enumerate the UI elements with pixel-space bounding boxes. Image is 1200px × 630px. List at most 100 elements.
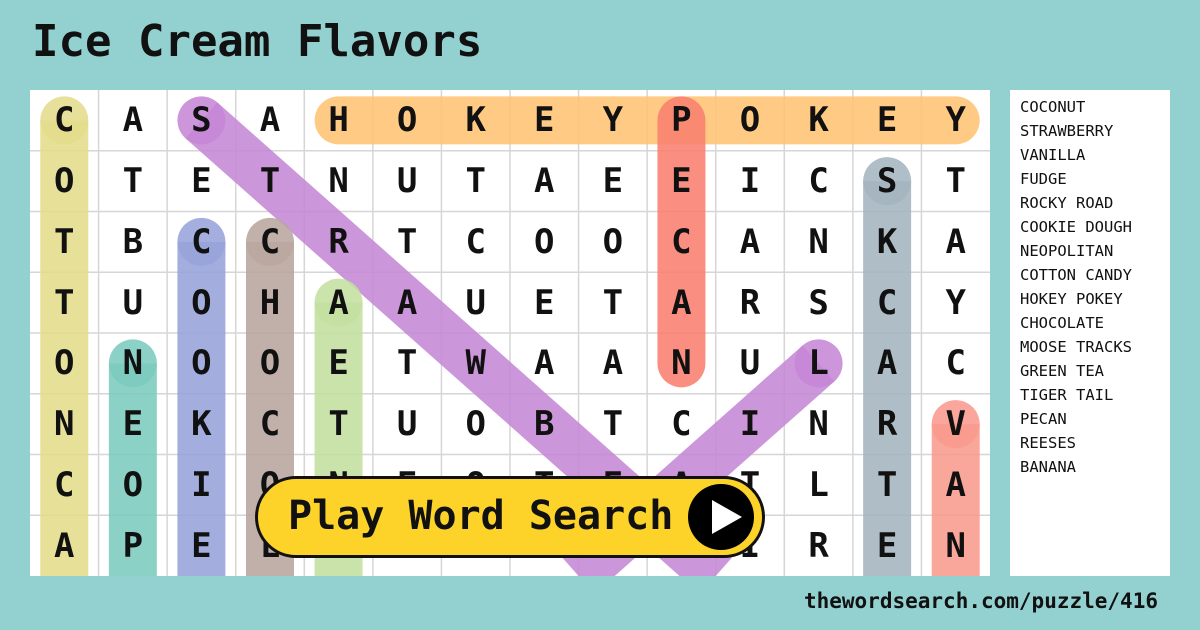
play-word-search-button[interactable]: Play Word Search (255, 476, 765, 558)
grid-cell[interactable]: E (647, 151, 716, 212)
grid-cell[interactable]: P (99, 515, 168, 576)
grid-cell[interactable]: S (784, 272, 853, 333)
grid-cell[interactable]: O (579, 212, 648, 273)
grid-cell[interactable]: K (784, 90, 853, 151)
grid-cell[interactable]: O (167, 333, 236, 394)
grid-cell[interactable]: A (853, 333, 922, 394)
grid-cell[interactable]: B (510, 394, 579, 455)
grid-cell[interactable]: C (784, 151, 853, 212)
grid-cell[interactable]: R (304, 212, 373, 273)
grid-cell[interactable]: C (236, 212, 305, 273)
grid-cell[interactable]: T (99, 151, 168, 212)
grid-cell[interactable]: A (716, 212, 785, 273)
grid-cell[interactable]: C (921, 333, 990, 394)
grid-cell[interactable]: O (167, 272, 236, 333)
grid-cell[interactable]: A (373, 272, 442, 333)
grid-cell[interactable]: A (30, 515, 99, 576)
grid-cell[interactable]: C (30, 455, 99, 516)
grid-cell[interactable]: N (647, 333, 716, 394)
grid-cell[interactable]: T (304, 394, 373, 455)
grid-cell[interactable]: T (579, 272, 648, 333)
grid-cell[interactable]: N (921, 515, 990, 576)
grid-cell[interactable]: E (853, 90, 922, 151)
grid-cell[interactable]: A (921, 212, 990, 273)
grid-cell[interactable]: R (784, 515, 853, 576)
grid-cell[interactable]: U (441, 272, 510, 333)
grid-cell[interactable]: S (167, 90, 236, 151)
grid-cell[interactable]: N (784, 212, 853, 273)
grid-cell[interactable]: R (716, 272, 785, 333)
grid-cell[interactable]: A (510, 151, 579, 212)
grid-cell[interactable]: E (99, 394, 168, 455)
grid-cell[interactable]: C (853, 272, 922, 333)
grid-cell[interactable]: V (921, 394, 990, 455)
grid-cell[interactable]: W (441, 333, 510, 394)
grid-cell[interactable]: L (784, 333, 853, 394)
grid-cell[interactable]: E (167, 151, 236, 212)
word-list-item: FUDGE (1020, 170, 1067, 188)
grid-cell[interactable]: T (236, 151, 305, 212)
grid-cell[interactable]: I (716, 394, 785, 455)
grid-cell[interactable]: E (167, 515, 236, 576)
grid-cell[interactable]: T (579, 394, 648, 455)
grid-cell[interactable]: C (167, 212, 236, 273)
grid-cell[interactable]: N (784, 394, 853, 455)
grid-cell[interactable]: H (236, 272, 305, 333)
grid-cell[interactable]: N (304, 151, 373, 212)
grid-cell[interactable]: K (853, 212, 922, 273)
grid-cell[interactable]: Y (921, 272, 990, 333)
grid-cell[interactable]: K (441, 90, 510, 151)
grid-cell[interactable]: A (921, 455, 990, 516)
grid-cell[interactable]: B (99, 212, 168, 273)
grid-cell[interactable]: T (441, 151, 510, 212)
grid-cell[interactable]: R (853, 394, 922, 455)
grid-cell[interactable]: U (716, 333, 785, 394)
grid-cell[interactable]: H (304, 90, 373, 151)
grid-cell[interactable]: C (647, 212, 716, 273)
grid-cell[interactable]: U (373, 151, 442, 212)
grid-cell[interactable]: C (236, 394, 305, 455)
grid-cell[interactable]: L (784, 455, 853, 516)
grid-cell[interactable]: C (30, 90, 99, 151)
grid-cell[interactable]: O (716, 90, 785, 151)
grid-cell[interactable]: Y (579, 90, 648, 151)
grid-cell[interactable]: A (99, 90, 168, 151)
grid-cell[interactable]: E (510, 272, 579, 333)
grid-cell[interactable]: N (30, 394, 99, 455)
grid-cell[interactable]: U (373, 394, 442, 455)
grid-cell[interactable]: E (510, 90, 579, 151)
grid-cell[interactable]: E (304, 333, 373, 394)
grid-cell[interactable]: O (30, 151, 99, 212)
grid-cell[interactable]: U (99, 272, 168, 333)
grid-cell[interactable]: A (510, 333, 579, 394)
grid-cell[interactable]: T (30, 212, 99, 273)
grid-cell[interactable]: O (30, 333, 99, 394)
grid-cell[interactable]: A (236, 90, 305, 151)
grid-cell[interactable]: T (853, 455, 922, 516)
grid-cell[interactable]: S (853, 151, 922, 212)
grid-cell[interactable]: O (510, 212, 579, 273)
grid-cell[interactable]: C (647, 394, 716, 455)
word-list-item: STRAWBERRY (1020, 122, 1114, 140)
grid-cell[interactable]: K (167, 394, 236, 455)
grid-cell[interactable]: T (373, 333, 442, 394)
grid-cell[interactable]: N (99, 333, 168, 394)
grid-cell[interactable]: T (373, 212, 442, 273)
grid-cell[interactable]: I (167, 455, 236, 516)
grid-cell[interactable]: T (921, 151, 990, 212)
grid-cell[interactable]: I (716, 151, 785, 212)
grid-cell[interactable]: P (647, 90, 716, 151)
grid-cell[interactable]: O (441, 394, 510, 455)
site-url[interactable]: thewordsearch.com/puzzle/416 (804, 589, 1158, 613)
grid-cell[interactable]: A (647, 272, 716, 333)
grid-cell[interactable]: E (579, 151, 648, 212)
grid-cell[interactable]: Y (921, 90, 990, 151)
grid-cell[interactable]: A (579, 333, 648, 394)
grid-cell[interactable]: E (853, 515, 922, 576)
grid-cell[interactable]: O (373, 90, 442, 151)
grid-cell[interactable]: T (30, 272, 99, 333)
grid-cell[interactable]: C (441, 212, 510, 273)
grid-cell[interactable]: O (99, 455, 168, 516)
grid-cell[interactable]: A (304, 272, 373, 333)
grid-cell[interactable]: O (236, 333, 305, 394)
